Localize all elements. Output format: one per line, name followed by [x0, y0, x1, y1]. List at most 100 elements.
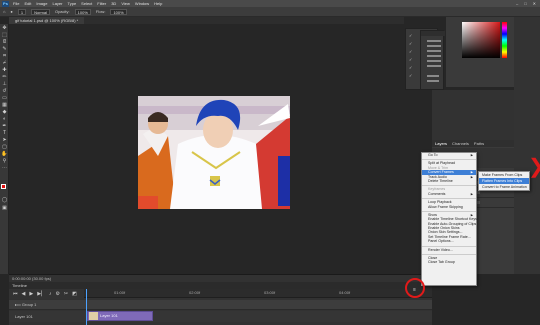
color-picker-field[interactable] [462, 22, 500, 58]
menu-file[interactable]: File [13, 0, 19, 7]
svg-text:✓: ✓ [409, 49, 412, 54]
timeline-ruler[interactable]: 01:00f 02:00f 03:00f 04:00f [84, 289, 432, 298]
zoom-icon[interactable]: ⚲ [0, 157, 9, 164]
timeline-track[interactable]: ▸▭ Group 1 [9, 300, 432, 310]
shape-icon[interactable]: ▢ [0, 143, 9, 150]
prev-frame-icon[interactable]: ◀ [22, 291, 26, 297]
panel-dock [514, 17, 540, 274]
timeline-title: Timeline [9, 282, 432, 289]
play-icon[interactable]: ▶ [29, 291, 33, 297]
ruler-tick: 04:00f [339, 290, 351, 295]
tab-layers[interactable]: Layers [435, 140, 447, 147]
tab-paths[interactable]: Paths [474, 140, 484, 147]
annotation-circle [405, 278, 425, 298]
lasso-icon[interactable]: ᘓ [0, 38, 9, 45]
ruler-tick: 03:00f [264, 290, 276, 295]
gradient-icon[interactable]: ▦ [0, 101, 9, 108]
playhead[interactable] [86, 289, 87, 325]
menu-type[interactable]: Type [68, 0, 77, 7]
hue-slider[interactable] [502, 22, 507, 58]
eyedropper-icon[interactable]: ⌿ [0, 59, 9, 66]
adjustments-panel [432, 90, 514, 140]
document-tab-bar: gif tutorial 1.psd @ 100% (RGB/8) * [9, 17, 404, 24]
path-select-icon[interactable]: ➤ [0, 136, 9, 143]
menu-select[interactable]: Select [81, 0, 92, 7]
split-icon[interactable]: ✂ [64, 291, 68, 297]
type-icon[interactable]: T [0, 129, 9, 136]
options-bar: ⌂ ● 1 Normal Opacity: 100% Flow: 100% [0, 7, 540, 17]
marquee-icon[interactable]: ⬚ [0, 31, 9, 38]
window-controls: – □ ✕ [516, 0, 540, 7]
first-frame-icon[interactable]: ⏮ [13, 291, 18, 297]
foreground-color-swatch[interactable] [1, 184, 6, 189]
dodge-icon[interactable]: ◐ [0, 115, 9, 122]
quick-mask-icon[interactable]: ◯ [0, 196, 9, 203]
opacity-label: Opacity: [54, 9, 70, 14]
brush-size-field[interactable]: 1 [17, 8, 27, 15]
menu-3d[interactable]: 3D [111, 0, 116, 7]
menu-item-close-tab-group[interactable]: Close Tab Group [422, 260, 476, 264]
flow-label: Flow: [95, 9, 106, 14]
transition-icon[interactable]: ◩ [72, 291, 77, 297]
photoshop-logo: Ps [2, 0, 9, 7]
timeline-track[interactable]: Layer 101 [9, 311, 432, 322]
svg-text:✓: ✓ [409, 33, 412, 38]
svg-text:✓: ✓ [409, 57, 412, 62]
menu-bar: Ps File Edit Image Layer Type Select Fil… [0, 0, 540, 7]
eraser-icon[interactable]: ▭ [0, 94, 9, 101]
svg-text:✓: ✓ [409, 65, 412, 70]
menu-separator [422, 157, 476, 161]
canvas-image[interactable] [138, 96, 290, 209]
menu-filter[interactable]: Filter [97, 0, 106, 7]
flow-field[interactable]: 100% [110, 8, 127, 15]
move-icon[interactable]: ✥ [0, 24, 9, 31]
menu-view[interactable]: View [121, 0, 130, 7]
maximize-button[interactable]: □ [524, 0, 526, 7]
crop-icon[interactable]: ⌗ [0, 52, 9, 59]
timeline-status: 0:00:00:00 (30.00 fps) [12, 276, 52, 281]
quick-select-icon[interactable]: ✎ [0, 45, 9, 52]
blend-mode-select[interactable]: Normal [31, 8, 50, 15]
more-tools-icon[interactable]: ⋯ [0, 164, 9, 171]
document-tab[interactable]: gif tutorial 1.psd @ 100% (RGB/8) * [9, 17, 85, 24]
ruler-tick: 02:00f [189, 290, 201, 295]
svg-text:✓: ✓ [409, 41, 412, 46]
pen-icon[interactable]: ✒ [0, 122, 9, 129]
timeline-context-menu: Go ToSplit at PlayheadMove & TrimConvert… [421, 152, 477, 286]
close-window-button[interactable]: ✕ [533, 0, 536, 7]
menu-separator [422, 183, 476, 187]
clip-thumbnail [89, 312, 98, 320]
audio-icon[interactable]: ♪ [49, 291, 52, 297]
brush-icon[interactable]: ✏ [0, 73, 9, 80]
opacity-field[interactable]: 100% [74, 8, 91, 15]
next-frame-icon[interactable]: ▶▏ [37, 291, 45, 297]
menu-layer[interactable]: Layer [52, 0, 62, 7]
track-label: Layer 101 [15, 314, 33, 319]
minimize-button[interactable]: – [516, 0, 518, 7]
home-icon[interactable]: ⌂ [3, 9, 5, 14]
tools-panel: ✥ ⬚ ᘓ ✎ ⌗ ⌿ ✚ ✏ ⊥ ↺ ▭ ▦ ◆ ◐ ✒ T ➤ ▢ ✋ ⚲ … [0, 24, 9, 274]
svg-text:✓: ✓ [409, 73, 412, 78]
stamp-icon[interactable]: ⊥ [0, 80, 9, 87]
submenu-item-convert-to-frame-animation[interactable]: Convert to Frame Animation [479, 184, 529, 190]
convert-frames-submenu: Make Frames From Clips Flatten Frames Int… [478, 171, 530, 191]
photo-illustration [138, 96, 290, 209]
menu-window[interactable]: Window [135, 0, 149, 7]
folder-icon: ▸▭ [15, 302, 21, 307]
menu-separator [422, 196, 476, 200]
actions-panel [420, 30, 445, 90]
healing-icon[interactable]: ✚ [0, 66, 9, 73]
blur-icon[interactable]: ◆ [0, 108, 9, 115]
tab-channels[interactable]: Channels [452, 140, 469, 147]
actions-list [421, 31, 445, 82]
history-brush-icon[interactable]: ↺ [0, 87, 9, 94]
brush-tool-icon[interactable]: ● [10, 9, 12, 14]
annotation-arrow-icon: ❯ [528, 157, 540, 177]
hand-icon[interactable]: ✋ [0, 150, 9, 157]
screen-mode-icon[interactable]: ▣ [0, 204, 9, 211]
menu-image[interactable]: Image [36, 0, 47, 7]
layers-tab-bar: Layers Channels Paths [432, 140, 514, 147]
menu-edit[interactable]: Edit [24, 0, 31, 7]
settings-icon[interactable]: ⚙ [55, 291, 59, 297]
menu-help[interactable]: Help [154, 0, 162, 7]
